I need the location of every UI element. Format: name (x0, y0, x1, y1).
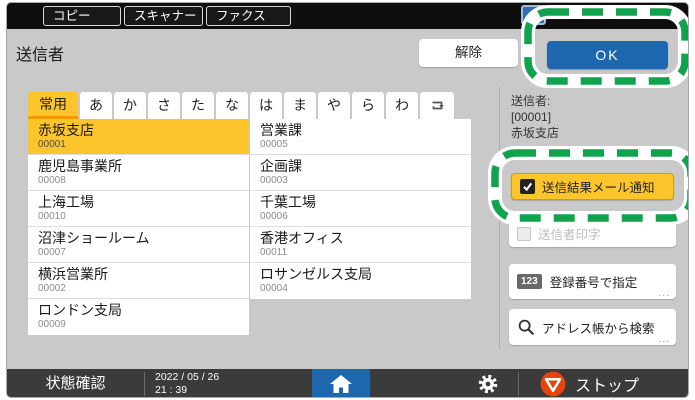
index-tab-ya[interactable]: や (318, 92, 350, 119)
address-code: 00005 (260, 139, 288, 150)
address-code: 00002 (38, 283, 66, 294)
address-list-right: 営業課 00005 企画課 00003 千葉工場 00006 香港オフィス 00… (250, 119, 471, 299)
tab-copy[interactable]: コピー (43, 6, 121, 26)
tab-fax[interactable]: ファクス (206, 6, 291, 26)
status-check-button[interactable]: 状態確認 (7, 369, 144, 397)
ellipsis-indicator: ... (658, 334, 670, 345)
address-code: 00007 (38, 247, 66, 258)
checkbox-unchecked-icon (517, 226, 531, 241)
addressbook-search-button[interactable]: アドレス帳から検索 ... (509, 309, 676, 345)
notification-icon[interactable] (521, 5, 546, 25)
mail-notify-toggle[interactable]: 送信結果メール通知 (511, 173, 674, 200)
index-tab-ta[interactable]: た (182, 92, 214, 119)
sender-name: 赤坂支店 (511, 126, 560, 140)
release-button[interactable]: 解除 (419, 39, 518, 67)
address-code: 00011 (260, 247, 288, 258)
address-code: 00001 (38, 139, 66, 150)
sidebar-divider (499, 87, 500, 349)
index-tab-ha[interactable]: は (250, 92, 282, 119)
address-code: 00004 (260, 283, 288, 294)
address-name: 千葉工場 (260, 194, 316, 210)
address-row-kagoshima[interactable]: 鹿児島事業所 00008 (28, 155, 249, 191)
address-name: 香港オフィス (260, 230, 344, 246)
address-code: 00006 (260, 211, 288, 222)
sender-code: [00001] (511, 110, 552, 124)
sender-print-toggle[interactable]: 送信者印字 (509, 220, 676, 247)
app-tab-bar: コピー スキャナー ファクス (7, 3, 688, 29)
sender-print-label: 送信者印字 (538, 228, 601, 242)
index-tab-ra[interactable]: ら (352, 92, 384, 119)
address-list-left: 赤坂支店 00001 鹿児島事業所 00008 上海工場 00010 沼津ショー… (28, 119, 249, 335)
search-icon (518, 319, 534, 335)
address-name: ロンドン支局 (38, 302, 122, 318)
address-name: 鹿児島事業所 (38, 158, 122, 174)
mail-notify-label: 送信結果メール通知 (542, 181, 655, 195)
address-name: 営業課 (260, 122, 302, 138)
switch-list-icon (432, 101, 444, 110)
checkbox-checked-icon (520, 179, 535, 194)
address-row-yokohama[interactable]: 横浜営業所 00002 (28, 263, 249, 299)
index-tab-row: 常用 あ か さ た な は ま や ら わ (28, 92, 454, 119)
index-tab-wa[interactable]: わ (386, 92, 418, 119)
datetime-display: 2022 / 05 / 26 21 : 39 (155, 371, 219, 397)
addressbook-search-label: アドレス帳から検索 (542, 321, 655, 336)
settings-button[interactable] (477, 373, 499, 395)
device-touch-panel: コピー スキャナー ファクス 送信者 解除 OK 常用 あ か さ た な は … (6, 2, 689, 398)
address-row-akasaka[interactable]: 赤坂支店 00001 (28, 119, 249, 155)
footer-divider (518, 372, 519, 396)
ok-button[interactable]: OK (547, 41, 668, 69)
system-status-bar: 状態確認 2022 / 05 / 26 21 : 39 ストップ (7, 369, 688, 397)
index-tab-a[interactable]: あ (80, 92, 112, 119)
index-tab-ka[interactable]: か (114, 92, 146, 119)
index-tab-na[interactable]: な (216, 92, 248, 119)
ellipsis-indicator: ... (658, 288, 670, 299)
address-code: 00010 (38, 211, 66, 222)
footer-divider (144, 372, 145, 396)
address-name: 企画課 (260, 158, 302, 174)
index-tab-ma[interactable]: ま (284, 92, 316, 119)
address-row-numazu[interactable]: 沼津ショールーム 00007 (28, 227, 249, 263)
stop-button[interactable]: ストップ (535, 369, 688, 397)
address-row-eigyoka[interactable]: 営業課 00005 (250, 119, 471, 155)
address-name: 横浜営業所 (38, 266, 108, 282)
selected-sender-info: 送信者: [00001] 赤坂支店 (511, 93, 559, 141)
address-name: ロサンゼルス支局 (260, 266, 372, 282)
address-row-losangeles[interactable]: ロサンゼルス支局 00004 (250, 263, 471, 299)
date-text: 2022 / 05 / 26 (155, 371, 220, 383)
stop-icon (540, 371, 566, 397)
register-number-label: 登録番号で指定 (549, 276, 638, 290)
stop-label: ストップ (575, 378, 640, 395)
page-title: 送信者 (16, 47, 65, 64)
address-code: 00008 (38, 175, 66, 186)
index-tab-sa[interactable]: さ (148, 92, 180, 119)
address-row-london[interactable]: ロンドン支局 00009 (28, 299, 249, 335)
address-row-shanghai[interactable]: 上海工場 00010 (28, 191, 249, 227)
index-tab-frequent[interactable]: 常用 (28, 92, 78, 119)
register-number-button[interactable]: 123 登録番号で指定 ... (509, 264, 676, 299)
gear-icon (478, 374, 498, 394)
time-text: 21 : 39 (155, 384, 188, 396)
address-code: 00009 (38, 319, 66, 330)
tab-scanner[interactable]: スキャナー (124, 6, 203, 26)
address-row-hongkong[interactable]: 香港オフィス 00011 (250, 227, 471, 263)
sender-label: 送信者: (511, 94, 551, 108)
address-row-chiba[interactable]: 千葉工場 00006 (250, 191, 471, 227)
numeric-keypad-icon: 123 (517, 274, 542, 289)
address-name: 沼津ショールーム (38, 230, 150, 246)
address-code: 00003 (260, 175, 288, 186)
address-name: 上海工場 (38, 194, 94, 210)
address-row-kikakuka[interactable]: 企画課 00003 (250, 155, 471, 191)
address-name: 赤坂支店 (38, 122, 94, 138)
home-icon (330, 375, 352, 393)
index-switch-button[interactable] (420, 92, 454, 119)
home-button[interactable] (312, 369, 370, 397)
